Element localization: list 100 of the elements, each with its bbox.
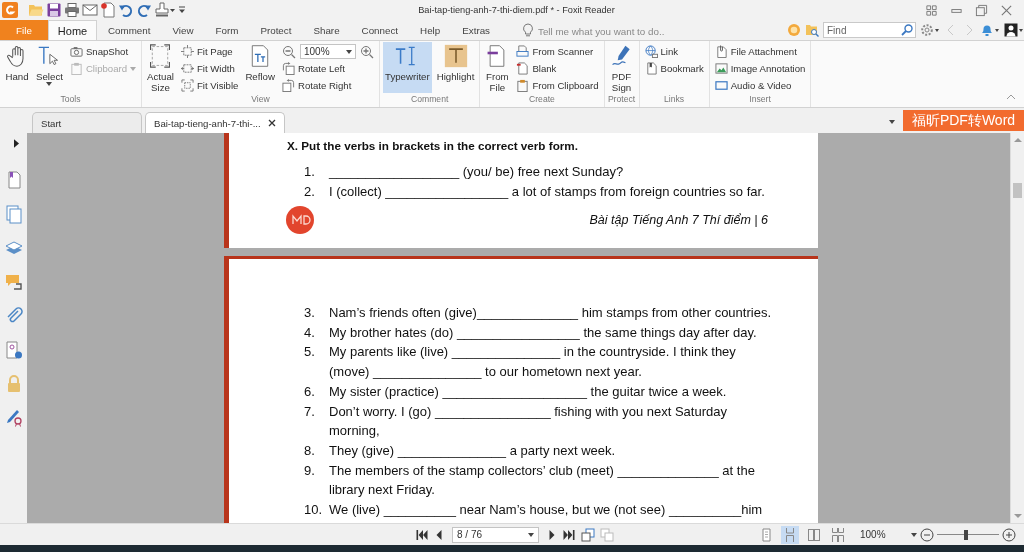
expand-arrow-icon[interactable] (13, 138, 19, 148)
ribbon-button[interactable]: Hand (3, 42, 31, 93)
scrollbar[interactable] (1010, 133, 1024, 523)
page-number-field[interactable]: 8 / 76 (452, 526, 539, 543)
user-icon[interactable] (1004, 23, 1024, 37)
ribbon-tab[interactable]: Extras (451, 20, 501, 40)
zoom-out-icon[interactable] (282, 44, 296, 59)
ribbon-button[interactable]: Highlight (434, 42, 477, 93)
ribbon-button[interactable]: Rotate Left (280, 60, 376, 77)
customize-icon[interactable] (178, 5, 186, 15)
previous-view-icon[interactable] (581, 527, 595, 542)
first-page-icon[interactable] (415, 527, 429, 542)
print-icon[interactable] (64, 2, 80, 18)
fit-visible-icon (180, 79, 194, 92)
page-footer: Bài tập Tiếng Anh 7 Thí điểm | 6 (589, 213, 768, 228)
caret-icon (528, 532, 534, 537)
fit-width-icon (180, 62, 194, 75)
ribbon-tab[interactable]: Share (302, 20, 351, 40)
ribbon-button[interactable]: Fit Page (178, 43, 241, 60)
ribbon-button[interactable]: PDF Sign (607, 42, 636, 93)
group-label: Links (663, 93, 686, 106)
blank-page-icon (516, 62, 530, 75)
ribbon-button[interactable]: Image Annotation (712, 60, 808, 77)
ribbon-button[interactable]: SnapShot (67, 43, 138, 60)
zoom-field[interactable]: 100% (300, 44, 356, 59)
redo-icon[interactable] (136, 2, 152, 18)
ribbon-button[interactable]: Audio & Video (712, 77, 808, 94)
ribbon-button[interactable]: Fit Width (178, 60, 241, 77)
globe-link-icon (644, 45, 658, 58)
group-label: Create (528, 93, 556, 106)
continuous-page-icon[interactable] (781, 525, 799, 544)
group-label: Insert (748, 93, 772, 106)
attachment-icon (714, 45, 728, 58)
ribbon-button[interactable]: From Scanner (514, 43, 601, 60)
image-icon (714, 62, 728, 75)
caret-icon[interactable] (911, 532, 917, 537)
last-page-icon[interactable] (562, 527, 576, 542)
email-icon[interactable] (82, 2, 98, 18)
ribbon-tab[interactable]: Help (409, 20, 452, 40)
zoom-out-icon[interactable] (920, 527, 934, 542)
folder-search-icon[interactable] (805, 23, 819, 37)
window-title: Bai-tap-tieng-anh-7-thi-diem.pdf * - Foxit Reader (417, 5, 616, 15)
chevron-up-icon[interactable] (1006, 94, 1016, 100)
exercise-sentence: Don’t worry. I (go) ________________ fishing with you next Saturday morning, (329, 402, 727, 441)
ribbon-button[interactable]: Bookmark (642, 60, 706, 77)
ribbon-button[interactable]: From File (483, 42, 512, 93)
zoom-in-icon[interactable] (1002, 527, 1016, 542)
ribbon-button[interactable]: From Clipboard (514, 77, 601, 94)
ribbon-button[interactable]: Fit Visible (178, 77, 241, 94)
item-number: 9. (304, 461, 316, 480)
signed-document-icon[interactable] (3, 340, 24, 360)
ribbon-tab[interactable]: Comment (97, 20, 162, 40)
exercise-sentence: My sister (practice) ____________________ the guitar twice a week. (329, 382, 727, 401)
zoom-in-icon[interactable] (360, 44, 374, 59)
ribbon-tab[interactable]: Protect (249, 20, 303, 40)
ribbon-tab[interactable]: View (161, 20, 205, 40)
ribbon-button[interactable]: Rotate Right (280, 77, 376, 94)
ribbon-tab[interactable]: Form (204, 20, 250, 40)
zoom-value: 100% (860, 529, 887, 540)
scroll-up-icon[interactable] (1012, 135, 1023, 145)
item-number: 2. (304, 182, 316, 201)
document-tab[interactable]: Start (32, 112, 142, 133)
ribbon-button[interactable]: Reflow (243, 42, 277, 93)
exercise-sentence: __________________ (you/ be) free next Sunday? (329, 163, 624, 181)
group-label: View (250, 93, 271, 106)
stamp-icon[interactable] (154, 2, 176, 18)
ribbon-button[interactable]: Link (642, 43, 706, 60)
restore-icon[interactable] (975, 3, 988, 17)
ribbon-button[interactable]: Actual Size (145, 42, 176, 93)
ribbon-button[interactable]: Blank (514, 60, 601, 77)
new-document-icon[interactable] (100, 2, 116, 18)
save-icon[interactable] (46, 2, 62, 18)
ribbon-tab[interactable]: Connect (350, 20, 410, 40)
undo-icon[interactable] (118, 2, 134, 18)
screen-icon (714, 79, 728, 92)
item-number: 8. (304, 441, 316, 460)
clipboard-icon (516, 79, 530, 92)
close-icon[interactable] (268, 119, 276, 127)
scrollbar-thumb[interactable] (1013, 183, 1022, 198)
caret-icon[interactable] (889, 120, 895, 124)
exercise-sentence: They (give) _______________ a party next week. (329, 441, 616, 460)
ribbon-button[interactable]: Select (34, 42, 65, 93)
comment-icon[interactable] (3, 272, 24, 292)
settings-icon[interactable] (920, 23, 940, 37)
app-logo-icon[interactable] (2, 2, 18, 18)
ribbon-button[interactable]: File Attachment (712, 43, 808, 60)
logo-icon (286, 206, 314, 235)
continuous-facing-page-icon[interactable] (829, 525, 847, 544)
ribbon-button[interactable]: Typewriter (383, 42, 432, 93)
pages-icon[interactable] (3, 204, 24, 224)
scroll-down-icon[interactable] (1012, 511, 1023, 521)
caret-icon (346, 49, 352, 54)
document-tab[interactable]: Bai-tap-tieng-anh-7-thi-... (145, 112, 285, 133)
item-number: 6. (304, 382, 316, 401)
tell-me-field[interactable]: Tell me what you want to do.. (535, 22, 738, 40)
group-label: Protect (607, 93, 636, 106)
slider-thumb[interactable] (964, 529, 969, 540)
grid-icon[interactable] (925, 3, 938, 17)
ribbon-tab[interactable]: Home (48, 20, 97, 40)
highlighted-t-icon (443, 44, 468, 68)
